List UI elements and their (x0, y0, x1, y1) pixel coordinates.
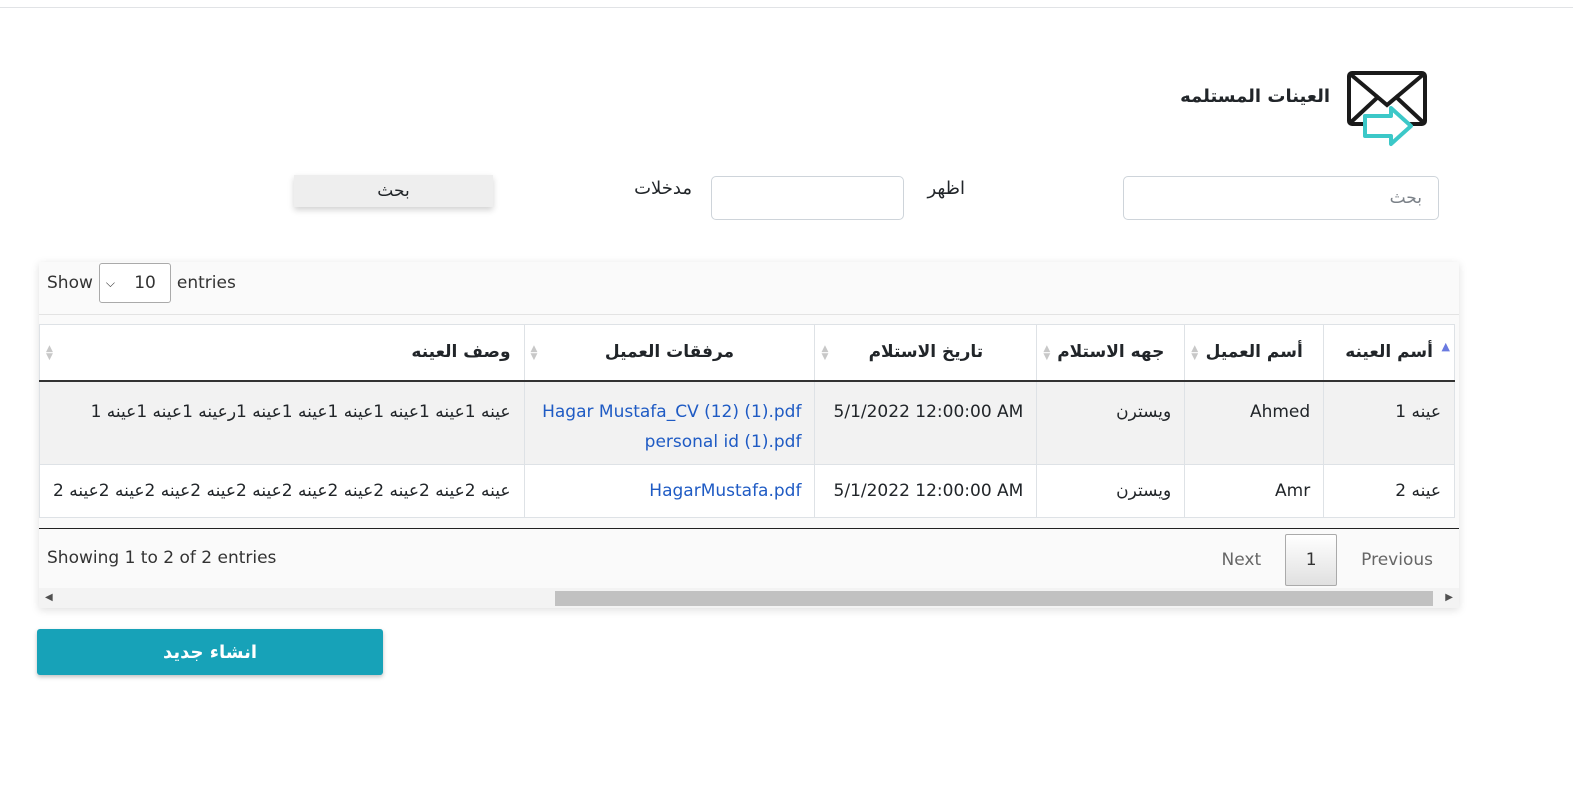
show-text: Show (47, 273, 93, 293)
cell-receiver: ويسترن (1036, 464, 1186, 518)
table-info: Showing 1 to 2 of 2 entries (47, 548, 277, 568)
attachment-link[interactable]: personal id (1).pdf (538, 427, 802, 457)
show-label: اظهر (927, 178, 965, 199)
sort-icon: ▲ ▼ (821, 344, 829, 362)
cell-sample-name: عينه 2 (1323, 464, 1455, 518)
entries-text: entries (176, 273, 236, 293)
count-input[interactable] (711, 176, 904, 220)
cell-description: عينه 1عينه 1عينه 1عينه 1عينه 1عينه 1رعين… (39, 380, 525, 465)
table-header-row: ▲ أسم العينه ▲ ▼ أسم العميل ▲ ▼ جهه الاستل… (39, 324, 1455, 382)
pagination: Next 1 Previous (1210, 534, 1445, 586)
page-length-select[interactable]: ⌵ 10 (98, 263, 171, 303)
col-label: أسم العينه (1345, 342, 1433, 363)
sort-asc-icon: ▲ (1441, 340, 1450, 353)
table-row: عينه 1 Ahmed ويسترن 5/1/2022 12:00:00 AM… (39, 380, 1455, 465)
col-client-name[interactable]: ▲ ▼ أسم العميل (1184, 324, 1325, 382)
col-label: وصف العينه (411, 342, 511, 363)
horizontal-scrollbar[interactable]: ◀ ▶ (39, 588, 1459, 608)
table-card: Show ⌵ 10 entries ▲ أسم العينه ▲ ▼ أسم ال… (39, 262, 1459, 608)
search-button[interactable]: بحث (294, 175, 493, 207)
create-new-button[interactable]: انشاء جديد (37, 629, 383, 675)
cell-description: عينه 2عينه 2عينه 2عينه 2عينه 2عينه 2عينه… (39, 464, 525, 518)
table-row: عينه 2 Amr ويسترن 5/1/2022 12:00:00 AM H… (39, 464, 1455, 518)
sort-icon: ▲ ▼ (530, 344, 538, 362)
chevron-down-icon: ⌵ (105, 275, 115, 290)
envelope-arrow-icon (1347, 71, 1427, 146)
table-viewport: ▲ أسم العينه ▲ ▼ أسم العميل ▲ ▼ جهه الاستل… (39, 324, 1459, 529)
next-button[interactable]: Next (1210, 550, 1274, 570)
search-input[interactable] (1123, 176, 1439, 220)
cell-attachments: HagarMustafa.pdf (523, 464, 816, 518)
cell-receiver: ويسترن (1036, 380, 1186, 465)
scroll-right-icon[interactable]: ▶ (1445, 592, 1453, 603)
col-attachments[interactable]: ▲ ▼ مرفقات العميل (523, 324, 816, 382)
previous-button[interactable]: Previous (1349, 550, 1445, 570)
table-bottom-border (39, 528, 1459, 529)
sort-icon: ▲ ▼ (1043, 344, 1051, 362)
attachment-link[interactable]: Hagar Mustafa_CV (12) (1).pdf (538, 397, 801, 427)
divider (39, 314, 1459, 315)
samples-table: ▲ أسم العينه ▲ ▼ أسم العميل ▲ ▼ جهه الاستل… (39, 324, 1455, 518)
cell-received-date: 5/1/2022 12:00:00 AM (814, 380, 1038, 465)
scroll-thumb[interactable] (555, 591, 1433, 606)
col-received-date[interactable]: ▲ ▼ تاريخ الاستلام (814, 324, 1038, 382)
col-label: أسم العميل (1205, 342, 1303, 363)
cell-client-name: Amr (1184, 464, 1325, 518)
sort-icon: ▲ ▼ (1191, 344, 1199, 362)
scroll-left-icon[interactable]: ◀ (45, 592, 53, 603)
col-receiver[interactable]: ▲ ▼ جهه الاستلام (1036, 324, 1186, 382)
cell-attachments: Hagar Mustafa_CV (12) (1).pdf personal i… (523, 380, 816, 465)
col-label: جهه الاستلام (1057, 342, 1165, 363)
cell-sample-name: عينه 1 (1323, 380, 1455, 465)
page-button-1[interactable]: 1 (1285, 534, 1338, 586)
col-sample-name[interactable]: ▲ أسم العينه (1323, 324, 1455, 382)
top-divider (0, 7, 1573, 8)
cell-client-name: Ahmed (1184, 380, 1325, 465)
sort-icon: ▲ ▼ (46, 344, 53, 362)
col-description[interactable]: ▲ ▼ وصف العينه (39, 324, 525, 382)
cell-received-date: 5/1/2022 12:00:00 AM (814, 464, 1038, 518)
col-label: مرفقات العميل (604, 342, 735, 363)
page-title: العينات المستلمه (1180, 86, 1330, 107)
entries-label: مدخلات (634, 178, 692, 199)
page-length-value: 10 (134, 273, 156, 293)
col-label: تاريخ الاستلام (868, 342, 984, 363)
page-length-control: Show ⌵ 10 entries (47, 262, 236, 304)
attachment-link[interactable]: HagarMustafa.pdf (538, 476, 801, 506)
